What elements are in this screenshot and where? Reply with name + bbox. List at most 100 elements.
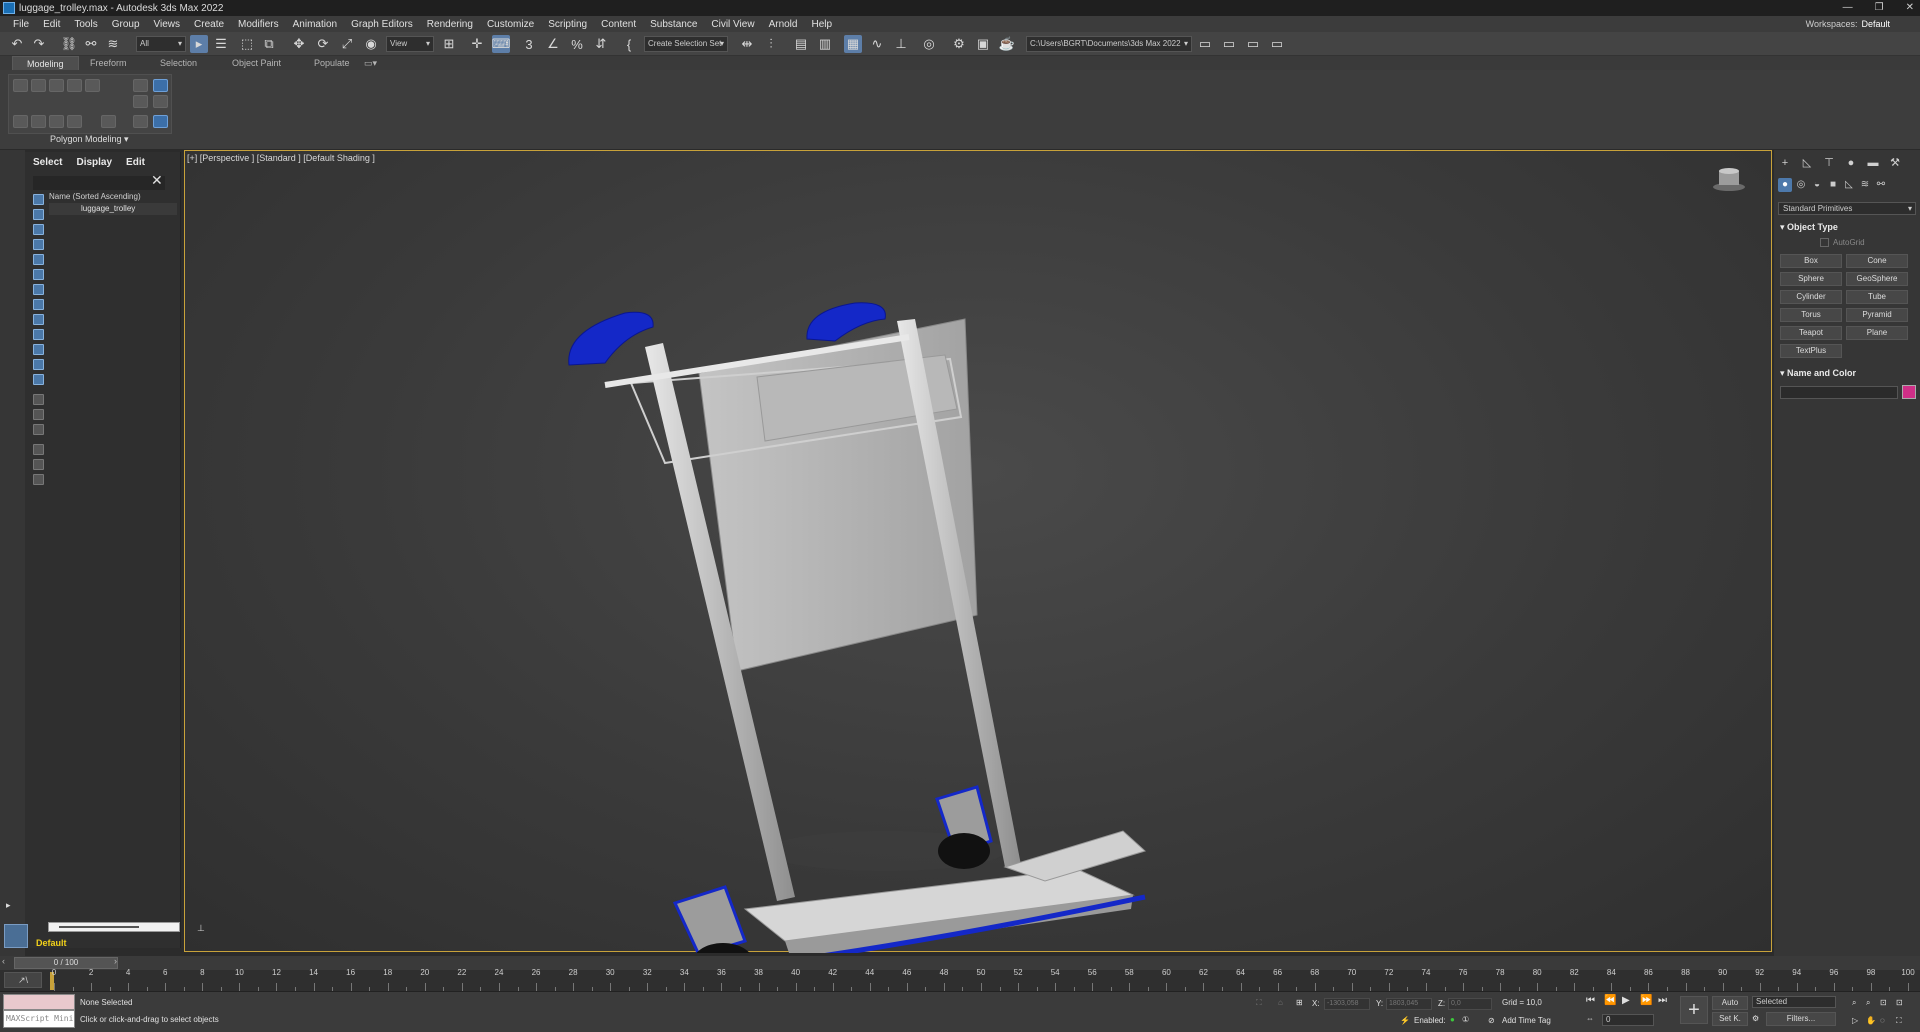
menu-views[interactable]: Views: [147, 19, 188, 30]
isolate-selection-icon[interactable]: ⛶: [1256, 998, 1262, 1008]
zoom-icon[interactable]: ⌕: [1852, 998, 1856, 1008]
display-tab-icon[interactable]: ▬: [1866, 156, 1880, 170]
object-name-field[interactable]: [1780, 386, 1898, 399]
menu-modifiers[interactable]: Modifiers: [231, 19, 286, 30]
polygon-icon[interactable]: [85, 79, 100, 92]
invert-display-icon[interactable]: [33, 409, 44, 420]
render-production-icon[interactable]: ☕: [998, 35, 1016, 53]
menu-substance[interactable]: Substance: [643, 19, 704, 30]
current-frame-field[interactable]: 0: [1602, 1014, 1654, 1026]
time-slider-thumb[interactable]: 0 / 100: [14, 957, 118, 969]
teapot-button[interactable]: Teapot: [1780, 326, 1842, 340]
modify-tab-icon[interactable]: ◺: [1800, 156, 1814, 170]
utilities-tab-icon[interactable]: ⚒: [1888, 156, 1902, 170]
current-layer-name[interactable]: Default: [36, 938, 67, 948]
expand-rail-icon[interactable]: ▸: [6, 900, 11, 911]
maximize-button[interactable]: ❐: [1875, 0, 1884, 16]
edge-icon[interactable]: [49, 79, 64, 92]
zoom-all-icon[interactable]: ⌕: [1866, 998, 1870, 1008]
tab-select[interactable]: Select: [33, 157, 62, 168]
minimize-button[interactable]: —: [1843, 0, 1853, 16]
maximize-viewport-icon[interactable]: ⛶: [1896, 1016, 1902, 1026]
plane-button[interactable]: Plane: [1846, 326, 1908, 340]
box-button[interactable]: Box: [1780, 254, 1842, 268]
time-tag-icon[interactable]: ⊘: [1488, 1016, 1495, 1025]
rendered-frame-window-icon[interactable]: ▣: [974, 35, 992, 53]
menu-graph-editors[interactable]: Graph Editors: [344, 19, 420, 30]
curve-editor-icon[interactable]: ∿: [868, 35, 886, 53]
modify-panel-icon[interactable]: [153, 79, 168, 92]
next-key-icon[interactable]: ⏩: [1640, 995, 1652, 1006]
menu-customize[interactable]: Customize: [480, 19, 541, 30]
scene-search-input[interactable]: [33, 176, 165, 190]
pan-view-icon[interactable]: ✋: [1866, 1016, 1876, 1025]
hierarchy-tab-icon[interactable]: ⊤: [1822, 156, 1836, 170]
select-by-name-icon[interactable]: ☰: [212, 35, 230, 53]
render-setup-icon[interactable]: ⚙: [950, 35, 968, 53]
rotate-icon[interactable]: ⟳: [314, 35, 332, 53]
zoom-extents-all-icon[interactable]: ⊡: [1896, 998, 1903, 1007]
absolute-mode-icon[interactable]: ⊞: [1296, 998, 1303, 1007]
pivot-center-icon[interactable]: ⊞: [440, 35, 458, 53]
key-filters-button[interactable]: Filters...: [1766, 1012, 1836, 1026]
go-to-start-icon[interactable]: ⏮: [1586, 995, 1595, 1006]
select-manipulate-icon[interactable]: ✛: [468, 35, 486, 53]
display-geometry-icon[interactable]: [33, 194, 44, 205]
close-button[interactable]: ✕: [1906, 0, 1914, 16]
adaptive-degradation-icon[interactable]: ⚡: [1400, 1016, 1410, 1025]
bind-space-warp-icon[interactable]: ≋: [104, 35, 122, 53]
open-project-icon[interactable]: ▭: [1220, 35, 1238, 53]
set-key-button[interactable]: Set K.: [1712, 1012, 1748, 1026]
tab-populate[interactable]: Populate: [300, 56, 364, 70]
vertex-icon[interactable]: [31, 79, 46, 92]
show-end-result-icon[interactable]: [153, 95, 168, 108]
x-coordinate-field[interactable]: -1303,058: [1324, 998, 1370, 1010]
orbit-icon[interactable]: ◌: [1880, 1016, 1885, 1025]
sphere-button[interactable]: Sphere: [1780, 272, 1842, 286]
menu-content[interactable]: Content: [594, 19, 643, 30]
tab-freeform[interactable]: Freeform: [76, 56, 141, 70]
toggle-scene-explorer-icon[interactable]: ▤: [792, 35, 810, 53]
geometry-icon[interactable]: ●: [1778, 178, 1792, 192]
menu-group[interactable]: Group: [105, 19, 147, 30]
layer-explorer-toggle[interactable]: [4, 924, 28, 948]
edit-poly-mode-icon[interactable]: [13, 115, 28, 128]
keyboard-shortcut-override-icon[interactable]: ⌨: [492, 35, 510, 53]
spinner-snap-icon[interactable]: ⇵: [592, 35, 610, 53]
display-frozen-icon[interactable]: [33, 344, 44, 355]
window-crossing-icon[interactable]: ⧉: [260, 35, 278, 53]
angle-snap-icon[interactable]: ∠: [544, 35, 562, 53]
helpers-icon[interactable]: ◺: [1842, 178, 1856, 192]
placement-icon[interactable]: ◉: [362, 35, 380, 53]
undo-icon[interactable]: ↶: [8, 35, 26, 53]
toggle-command-mode-icon[interactable]: [101, 115, 116, 128]
torus-button[interactable]: Torus: [1780, 308, 1842, 322]
tree-column-header[interactable]: Name (Sorted Ascending): [49, 192, 141, 201]
tab-selection[interactable]: Selection: [146, 56, 211, 70]
project-folder-icon[interactable]: ▭: [1196, 35, 1214, 53]
link-icon[interactable]: ⛓: [60, 35, 78, 53]
named-selection-set-dropdown[interactable]: Create Selection Set: [644, 36, 728, 52]
previous-modifier-icon[interactable]: [133, 115, 148, 128]
selection-filter-dropdown[interactable]: All: [136, 36, 186, 52]
auto-key-button[interactable]: Auto: [1712, 996, 1748, 1010]
display-lights-icon[interactable]: [33, 224, 44, 235]
key-mode-toggle-icon[interactable]: ⇔: [1586, 1014, 1594, 1023]
percent-snap-icon[interactable]: %: [568, 35, 586, 53]
toggle-ribbon-icon[interactable]: ▦: [844, 35, 862, 53]
display-hidden-icon[interactable]: [33, 359, 44, 370]
object-type-rollout[interactable]: Object Type: [1780, 222, 1838, 233]
scale-icon[interactable]: ⤢: [338, 35, 356, 53]
perspective-viewport[interactable]: [+] [Perspective ] [Standard ] [Default …: [184, 150, 1772, 953]
display-space-warps-icon[interactable]: [33, 269, 44, 280]
key-filter-dropdown[interactable]: Selected: [1752, 996, 1836, 1008]
edit-named-selection-icon[interactable]: {: [620, 35, 638, 53]
workspace-selector[interactable]: Workspaces: Default: [1806, 16, 1890, 32]
unlink-icon[interactable]: ⚯: [82, 35, 100, 53]
set-active-project-icon[interactable]: ▭: [1268, 35, 1286, 53]
tab-edit[interactable]: Edit: [126, 157, 145, 168]
menu-help[interactable]: Help: [804, 19, 839, 30]
menu-civil-view[interactable]: Civil View: [704, 19, 761, 30]
next-modifier-icon[interactable]: [153, 115, 168, 128]
redo-icon[interactable]: ↷: [30, 35, 48, 53]
